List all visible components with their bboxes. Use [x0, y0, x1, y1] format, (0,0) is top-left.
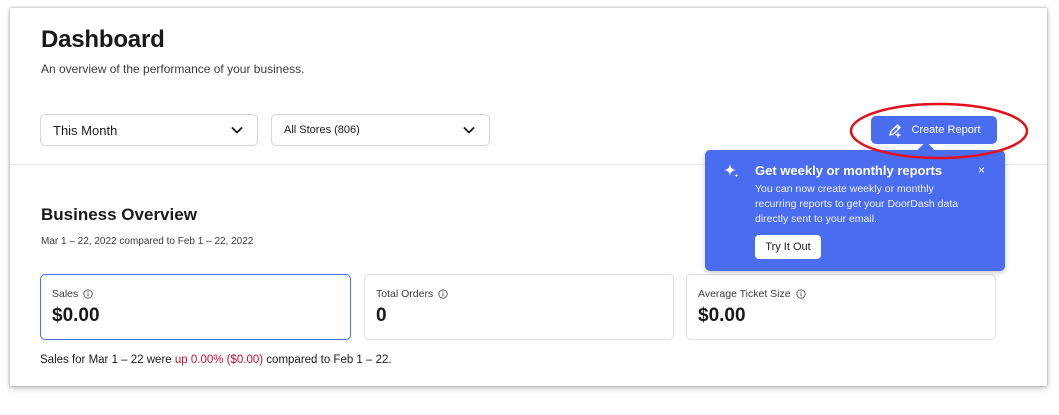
create-report-button[interactable]: Create Report — [871, 116, 997, 144]
chevron-down-icon — [461, 122, 477, 138]
sales-card-label-row: Sales — [52, 288, 93, 300]
chevron-down-icon — [229, 122, 245, 138]
total-orders-value: 0 — [376, 305, 387, 326]
tooltip-body: You can now create weekly or monthly rec… — [755, 183, 959, 225]
summary-change: up 0.00% ($0.00) — [174, 354, 264, 366]
stores-select-value: All Stores (806) — [284, 124, 360, 136]
tooltip-caret — [917, 141, 935, 159]
sales-label: Sales — [52, 288, 79, 300]
period-select[interactable]: This Month — [40, 114, 258, 146]
average-ticket-size-card[interactable]: Average Ticket Size $0.00 — [686, 274, 996, 340]
total-orders-card-label-row: Total Orders — [376, 288, 448, 300]
sales-card[interactable]: Sales $0.00 — [40, 274, 351, 340]
average-ticket-size-card-label-row: Average Ticket Size — [698, 288, 806, 300]
info-icon[interactable] — [83, 289, 93, 299]
sales-summary: Sales for Mar 1 – 22 were up 0.00% ($0.0… — [40, 354, 392, 366]
info-icon[interactable] — [438, 289, 448, 299]
total-orders-label: Total Orders — [376, 288, 434, 300]
reports-tooltip: Get weekly or monthly reports × You can … — [705, 141, 1005, 271]
business-overview-title: Business Overview — [41, 205, 197, 224]
create-report-label: Create Report — [911, 124, 981, 136]
average-ticket-size-label: Average Ticket Size — [698, 288, 791, 300]
total-orders-card[interactable]: Total Orders 0 — [364, 274, 674, 340]
summary-suffix: compared to Feb 1 – 22. — [263, 354, 392, 366]
edit-chart-icon — [887, 122, 903, 138]
sparkle-icon — [722, 162, 740, 180]
info-icon[interactable] — [795, 289, 806, 299]
average-ticket-size-value: $0.00 — [698, 305, 746, 326]
dashboard-panel: Dashboard An overview of the performance… — [10, 8, 1047, 386]
try-it-out-button[interactable]: Try It Out — [755, 235, 821, 259]
sales-value: $0.00 — [52, 305, 100, 326]
tooltip-title: Get weekly or monthly reports — [755, 163, 943, 178]
period-select-value: This Month — [53, 122, 118, 138]
page-subtitle: An overview of the performance of your b… — [41, 62, 305, 76]
page-title: Dashboard — [41, 26, 165, 53]
summary-prefix: Sales for Mar 1 – 22 were — [40, 354, 175, 366]
close-icon[interactable]: × — [978, 164, 985, 176]
date-range-text: Mar 1 – 22, 2022 compared to Feb 1 – 22,… — [41, 236, 254, 247]
stores-select[interactable]: All Stores (806) — [271, 114, 490, 146]
